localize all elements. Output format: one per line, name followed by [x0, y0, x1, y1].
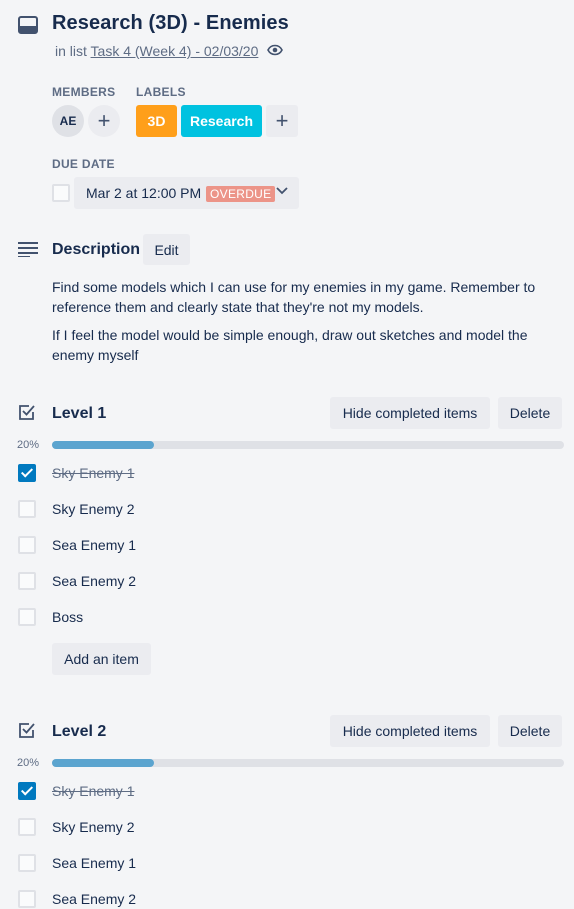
chevron-down-icon[interactable] — [276, 187, 288, 195]
checklist-item-text[interactable]: Sky Enemy 2 — [52, 819, 134, 835]
checklist-item-checkbox[interactable] — [18, 464, 36, 482]
in-list-prefix: in list — [55, 43, 87, 59]
checklist-item-text[interactable]: Sky Enemy 1 — [52, 465, 134, 481]
checklist-item-text[interactable]: Sea Enemy 2 — [52, 891, 136, 907]
checklist-item-checkbox[interactable] — [18, 608, 36, 626]
checklist-progress-percent: 20% — [17, 439, 40, 451]
delete-checklist-button[interactable]: Delete — [498, 715, 562, 747]
checklist-item-text[interactable]: Sky Enemy 1 — [52, 783, 134, 799]
labels-label: LABELS — [136, 85, 186, 99]
checklist-item-checkbox[interactable] — [18, 572, 36, 590]
due-date-value: Mar 2 at 12:00 PM — [86, 185, 202, 201]
checklist-progress-bar — [52, 441, 564, 449]
list-link[interactable]: Task 4 (Week 4) - 02/03/20 — [91, 43, 259, 59]
checklist-title[interactable]: Level 1 — [52, 405, 106, 423]
members-label: MEMBERS — [52, 85, 116, 99]
description-body[interactable]: Find some models which I can use for my … — [52, 277, 542, 373]
card-icon — [18, 16, 38, 34]
checklist-item-text[interactable]: Sea Enemy 2 — [52, 573, 136, 589]
list-info: in list Task 4 (Week 4) - 02/03/20 — [55, 43, 258, 59]
checklist-item-checkbox[interactable] — [18, 890, 36, 908]
checklist-progress-bar — [52, 759, 564, 767]
checklist-item-text[interactable]: Sky Enemy 2 — [52, 501, 134, 517]
checklist-item-checkbox[interactable] — [18, 782, 36, 800]
add-item-button[interactable]: Add an item — [52, 643, 151, 675]
hide-completed-button[interactable]: Hide completed items — [330, 397, 490, 429]
checklist-item-checkbox[interactable] — [18, 500, 36, 518]
hide-completed-button[interactable]: Hide completed items — [330, 715, 490, 747]
card-title[interactable]: Research (3D) - Enemies — [52, 12, 289, 35]
label-research[interactable]: Research — [181, 105, 262, 137]
checklist-icon — [18, 403, 36, 421]
checklist-item-checkbox[interactable] — [18, 854, 36, 872]
description-paragraph: If I feel the model would be simple enou… — [52, 327, 528, 363]
due-complete-checkbox[interactable] — [52, 184, 70, 202]
checklist-item-text[interactable]: Sea Enemy 1 — [52, 855, 136, 871]
description-icon — [18, 241, 38, 257]
checklist-item-text[interactable]: Sea Enemy 1 — [52, 537, 136, 553]
label-3d[interactable]: 3D — [136, 105, 177, 137]
description-paragraph: Find some models which I can use for my … — [52, 279, 536, 315]
due-date-label: DUE DATE — [52, 157, 115, 171]
checklist-item-checkbox[interactable] — [18, 536, 36, 554]
checklist-icon — [18, 721, 36, 739]
add-member-button[interactable]: + — [88, 105, 120, 137]
eye-icon[interactable] — [267, 44, 283, 56]
avatar[interactable]: AE — [52, 105, 84, 137]
checklist-progress-fill — [52, 759, 155, 767]
add-label-button[interactable]: + — [266, 105, 298, 137]
checklist-item-checkbox[interactable] — [18, 818, 36, 836]
checklist-progress-fill — [52, 441, 155, 449]
delete-checklist-button[interactable]: Delete — [498, 397, 562, 429]
checklist-item-text[interactable]: Boss — [52, 609, 83, 625]
edit-description-button[interactable]: Edit — [143, 234, 190, 265]
checklist-progress-percent: 20% — [17, 757, 40, 769]
description-heading: Description — [52, 241, 141, 258]
overdue-badge: OVERDUE — [206, 186, 276, 202]
checklist-title[interactable]: Level 2 — [52, 723, 106, 741]
